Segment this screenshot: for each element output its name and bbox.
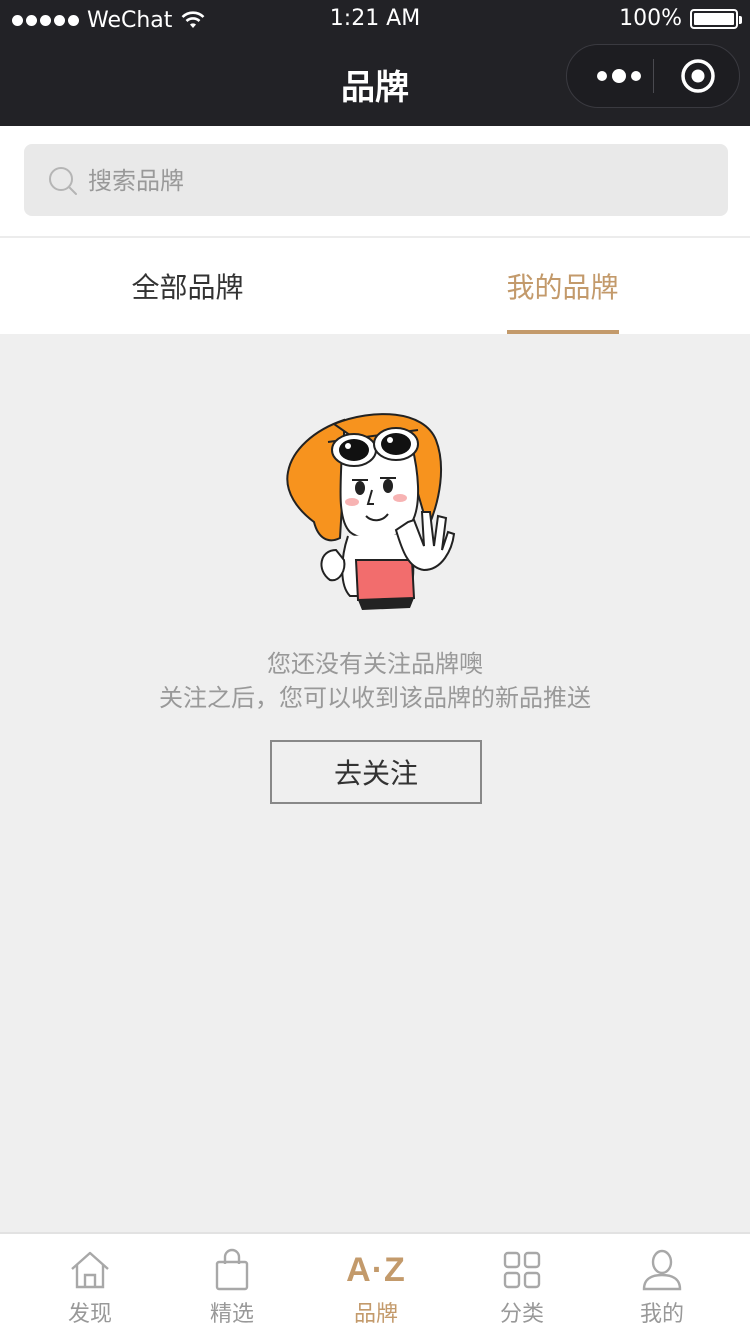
- tabbar-label: 我的: [639, 1302, 684, 1327]
- more-dot-icon: [612, 69, 626, 83]
- bottom-tabbar: 发现 精选 A·Z 品牌 分类 我的: [0, 1232, 750, 1334]
- user-icon: [640, 1248, 684, 1292]
- empty-state-description: 关注之后，您可以收到该品牌的新品推送: [159, 684, 591, 712]
- grid-icon: [500, 1248, 544, 1292]
- tabbar-item-brands[interactable]: A·Z 品牌: [301, 1234, 451, 1334]
- miniprogram-capsule: [566, 44, 740, 108]
- more-button[interactable]: [587, 45, 651, 107]
- search-box[interactable]: [24, 144, 728, 218]
- tabbar-label: 发现: [67, 1302, 112, 1327]
- battery-percent: 100%: [619, 6, 682, 31]
- tab-label: 全部品牌: [131, 271, 244, 304]
- status-bar: WeChat 1:21 AM 100%: [0, 0, 750, 40]
- search-icon: [49, 167, 77, 195]
- tabbar-item-discover[interactable]: 发现: [15, 1234, 165, 1334]
- target-close-icon: [681, 59, 715, 93]
- shopping-bag-icon: [210, 1248, 254, 1292]
- tabbar-label: 精选: [209, 1302, 254, 1327]
- go-follow-button[interactable]: 去关注: [270, 740, 482, 804]
- status-right: 100%: [619, 6, 742, 31]
- more-dot-icon: [597, 71, 607, 81]
- tabbar-item-mine[interactable]: 我的: [587, 1234, 737, 1334]
- empty-state-illustration: [286, 413, 456, 610]
- empty-state-title: 您还没有关注品牌噢: [267, 650, 483, 678]
- active-tab-indicator: [506, 330, 619, 334]
- tab-label: 我的品牌: [506, 271, 619, 304]
- tabbar-item-featured[interactable]: 精选: [157, 1234, 307, 1334]
- a-z-icon: A·Z: [346, 1250, 406, 1289]
- tabbar-label: 品牌: [353, 1302, 398, 1327]
- tab-all-brands[interactable]: 全部品牌: [0, 238, 375, 334]
- search-input[interactable]: [86, 144, 690, 218]
- tabbar-label: 分类: [499, 1302, 544, 1327]
- battery-icon: [690, 8, 742, 29]
- top-bar: WeChat 1:21 AM 100% 品牌: [0, 0, 750, 126]
- more-dot-icon: [631, 71, 641, 81]
- tabbar-item-categories[interactable]: 分类: [447, 1234, 597, 1334]
- tab-my-brands[interactable]: 我的品牌: [375, 238, 750, 334]
- home-icon: [68, 1248, 112, 1292]
- close-miniprogram-button[interactable]: [667, 45, 729, 107]
- capsule-divider: [653, 59, 654, 93]
- brand-tabs: 全部品牌 我的品牌: [0, 236, 750, 334]
- search-section: [0, 126, 750, 236]
